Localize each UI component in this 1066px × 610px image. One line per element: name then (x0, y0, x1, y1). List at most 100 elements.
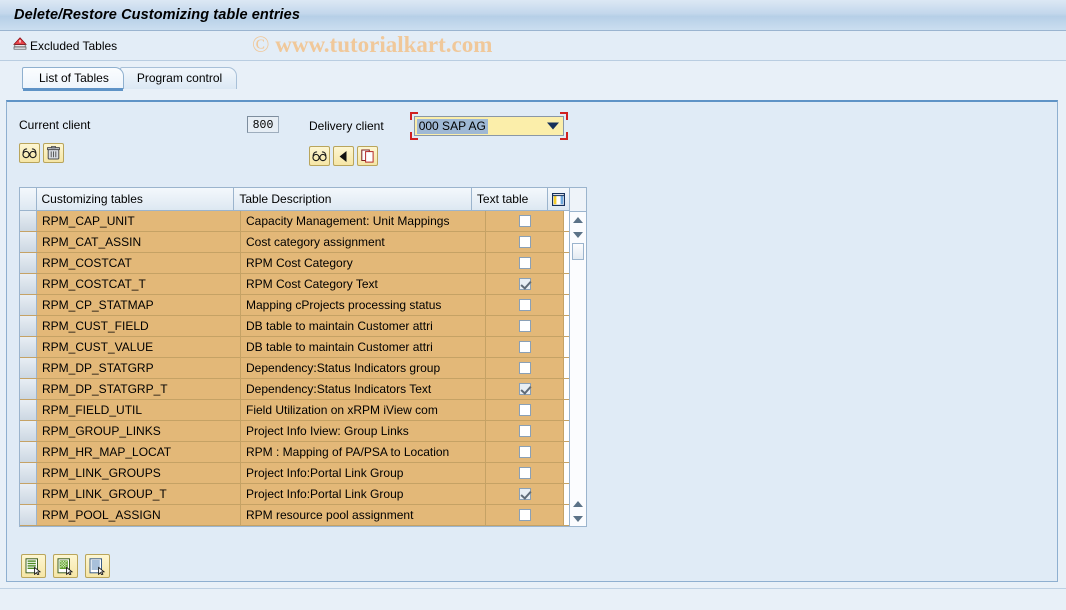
checkbox-unchecked-icon[interactable] (518, 320, 531, 332)
cell-text-table-checkbox[interactable] (486, 253, 564, 273)
checkbox-unchecked-icon[interactable] (518, 299, 531, 311)
row-selector-cell[interactable] (20, 253, 37, 273)
copy-icon (360, 149, 374, 163)
cell-text-table-checkbox[interactable] (486, 379, 564, 399)
checkbox-unchecked-icon[interactable] (518, 362, 531, 374)
checkbox-checked-icon[interactable] (518, 488, 531, 500)
cell-text-table-checkbox[interactable] (486, 442, 564, 462)
column-header-table-description[interactable]: Table Description (234, 188, 472, 210)
table-row[interactable]: RPM_CP_STATMAP Mapping cProjects processi… (20, 295, 569, 316)
cell-customizing-table-name: RPM_CP_STATMAP (37, 295, 241, 315)
row-selector-cell[interactable] (20, 421, 37, 441)
checkbox-unchecked-icon[interactable] (518, 215, 531, 227)
column-header-customizing-tables[interactable]: Customizing tables (36, 188, 235, 210)
cell-text-table-checkbox[interactable] (486, 337, 564, 357)
cell-text-table-checkbox[interactable] (486, 274, 564, 294)
cell-table-description: RPM resource pool assignment (241, 505, 486, 525)
checkbox-unchecked-icon[interactable] (518, 509, 531, 521)
checkbox-checked-icon[interactable] (518, 278, 531, 290)
cell-text-table-checkbox[interactable] (486, 211, 564, 231)
scroll-up-button[interactable] (570, 212, 586, 227)
cell-text-table-checkbox[interactable] (486, 316, 564, 336)
row-selector-cell[interactable] (20, 484, 37, 504)
table-vertical-scrollbar[interactable] (569, 188, 586, 526)
checkbox-unchecked-icon[interactable] (518, 257, 531, 269)
document-deselect-green-icon (57, 557, 74, 575)
table-row[interactable]: RPM_COSTCAT RPM Cost Category (20, 253, 569, 274)
select-all-rows-button[interactable] (21, 554, 46, 578)
table-row[interactable]: RPM_DP_STATGRP Dependency:Status Indicato… (20, 358, 569, 379)
row-selector-cell[interactable] (20, 211, 37, 231)
cell-text-table-checkbox[interactable] (486, 421, 564, 441)
checkbox-unchecked-icon[interactable] (518, 236, 531, 248)
table-row[interactable]: RPM_CAT_ASSIN Cost category assignment (20, 232, 569, 253)
cell-customizing-table-name: RPM_COSTCAT_T (37, 274, 241, 294)
cell-text-table-checkbox[interactable] (486, 463, 564, 483)
chevron-down-icon[interactable] (546, 122, 559, 130)
table-row[interactable]: RPM_DP_STATGRP_T Dependency:Status Indica… (20, 379, 569, 400)
checkbox-unchecked-icon[interactable] (518, 404, 531, 416)
table-body: RPM_CAP_UNIT Capacity Management: Unit Ma… (20, 211, 569, 526)
display-current-client-button[interactable] (19, 143, 40, 163)
excluded-tables-button[interactable]: Excluded Tables (10, 35, 120, 56)
row-selector-cell[interactable] (20, 316, 37, 336)
cell-customizing-table-name: RPM_DP_STATGRP (37, 358, 241, 378)
checkbox-unchecked-icon[interactable] (518, 467, 531, 479)
checkbox-unchecked-icon[interactable] (518, 341, 531, 353)
tab-program-control[interactable]: Program control (119, 67, 238, 89)
row-selector-cell[interactable] (20, 442, 37, 462)
cell-text-table-checkbox[interactable] (486, 295, 564, 315)
scroll-down-button[interactable] (570, 511, 586, 526)
cell-text-table-checkbox[interactable] (486, 400, 564, 420)
row-selector-cell[interactable] (20, 400, 37, 420)
table-row[interactable]: RPM_LINK_GROUPS Project Info:Portal Link … (20, 463, 569, 484)
arrow-up-icon (573, 216, 583, 223)
checkbox-unchecked-icon[interactable] (518, 446, 531, 458)
checkbox-unchecked-icon[interactable] (518, 425, 531, 437)
cell-text-table-checkbox[interactable] (486, 484, 564, 504)
tab-list-of-tables[interactable]: List of Tables (22, 67, 124, 91)
row-selector-cell[interactable] (20, 232, 37, 252)
table-row[interactable]: RPM_HR_MAP_LOCAT RPM : Mapping of PA/PSA … (20, 442, 569, 463)
scrollbar-track[interactable] (570, 261, 586, 496)
application-toolbar: Excluded Tables © www.tutorialkart.com (0, 31, 1066, 61)
row-selector-cell[interactable] (20, 358, 37, 378)
table-settings-icon (551, 192, 565, 206)
table-row[interactable]: RPM_COSTCAT_T RPM Cost Category Text (20, 274, 569, 295)
table-row[interactable]: RPM_POOL_ASSIGN RPM resource pool assignm… (20, 505, 569, 526)
table-row[interactable]: RPM_LINK_GROUP_T Project Info:Portal Link… (20, 484, 569, 505)
table-row[interactable]: RPM_GROUP_LINKS Project Info Iview: Group… (20, 421, 569, 442)
restore-back-button[interactable] (333, 146, 354, 166)
cell-text-table-checkbox[interactable] (486, 232, 564, 252)
deselect-all-rows-button[interactable] (53, 554, 78, 578)
table-row[interactable]: RPM_CAP_UNIT Capacity Management: Unit Ma… (20, 211, 569, 232)
delivery-client-group: Delivery client 000 SAP AG (309, 112, 568, 166)
table-row[interactable]: RPM_CUST_FIELD DB table to maintain Custo… (20, 316, 569, 337)
row-selector-cell[interactable] (20, 379, 37, 399)
arrow-up-icon (573, 500, 583, 507)
checkbox-checked-icon[interactable] (518, 383, 531, 395)
row-selector-cell[interactable] (20, 295, 37, 315)
copy-tables-button[interactable] (357, 146, 378, 166)
scroll-up-button-bottom[interactable] (570, 496, 586, 511)
scrollbar-thumb[interactable] (572, 243, 584, 260)
delete-current-client-entries-button[interactable] (43, 143, 64, 163)
cell-text-table-checkbox[interactable] (486, 505, 564, 525)
watermark: © www.tutorialkart.com (252, 32, 492, 58)
table-row[interactable]: RPM_CUST_VALUE DB table to maintain Custo… (20, 337, 569, 358)
column-header-select-all[interactable] (20, 188, 37, 210)
display-delivery-client-button[interactable] (309, 146, 330, 166)
delivery-client-dropdown[interactable]: 000 SAP AG (409, 112, 568, 140)
table-settings-button[interactable] (547, 188, 569, 210)
tab-strip: List of Tables Program control (0, 67, 1066, 91)
list-details-button[interactable] (85, 554, 110, 578)
row-selector-cell[interactable] (20, 505, 37, 525)
cell-text-table-checkbox[interactable] (486, 358, 564, 378)
watermark-text: www.tutorialkart.com (275, 32, 493, 57)
row-selector-cell[interactable] (20, 274, 37, 294)
table-row[interactable]: RPM_FIELD_UTIL Field Utilization on xRPM … (20, 400, 569, 421)
scroll-down-button-top[interactable] (570, 227, 586, 242)
column-header-text-table[interactable]: Text table (471, 188, 548, 210)
row-selector-cell[interactable] (20, 463, 37, 483)
row-selector-cell[interactable] (20, 337, 37, 357)
